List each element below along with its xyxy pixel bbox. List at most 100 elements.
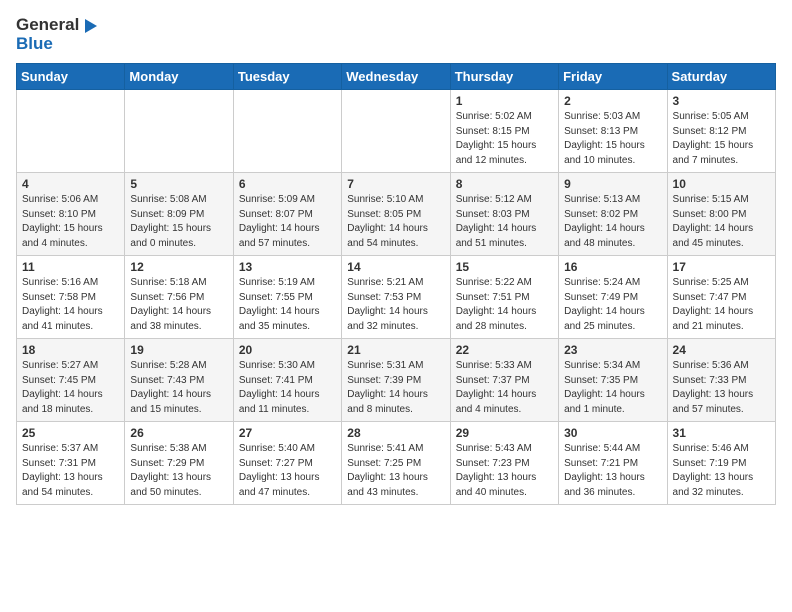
day-info: Sunrise: 5:25 AM Sunset: 7:47 PM Dayligh…	[673, 276, 770, 334]
day-number: 6	[239, 177, 336, 191]
day-info: Sunrise: 5:10 AM Sunset: 8:05 PM Dayligh…	[347, 193, 444, 251]
day-number: 9	[564, 177, 661, 191]
day-info: Sunrise: 5:13 AM Sunset: 8:02 PM Dayligh…	[564, 193, 661, 251]
calendar-cell: 22 Sunrise: 5:33 AM Sunset: 7:37 PM Dayli…	[450, 339, 558, 422]
day-number: 14	[347, 260, 444, 274]
calendar-cell: 28Sunrise: 5:41 AM Sunset: 7:25 PM Dayli…	[342, 422, 450, 505]
day-number: 18	[22, 343, 119, 357]
day-number: 7	[347, 177, 444, 191]
day-number: 19	[130, 343, 227, 357]
calendar-cell: 23 Sunrise: 5:34 AM Sunset: 7:35 PM Dayli…	[559, 339, 667, 422]
calendar-cell: 26 Sunrise: 5:38 AM Sunset: 7:29 PM Dayli…	[125, 422, 233, 505]
day-number: 26	[130, 426, 227, 440]
logo-blue: Blue	[16, 34, 53, 53]
day-number: 4	[22, 177, 119, 191]
column-header-thursday: Thursday	[450, 64, 558, 90]
day-number: 27	[239, 426, 336, 440]
day-number: 25	[22, 426, 119, 440]
day-info: Sunrise: 5:15 AM Sunset: 8:00 PM Dayligh…	[673, 193, 770, 251]
day-info: Sunrise: 5:41 AM Sunset: 7:25 PM Dayligh…	[347, 442, 444, 500]
day-number: 12	[130, 260, 227, 274]
column-header-friday: Friday	[559, 64, 667, 90]
calendar-cell: 5Sunrise: 5:08 AM Sunset: 8:09 PM Daylig…	[125, 173, 233, 256]
day-number: 29	[456, 426, 553, 440]
day-number: 13	[239, 260, 336, 274]
calendar-cell: 30 Sunrise: 5:44 AM Sunset: 7:21 PM Dayli…	[559, 422, 667, 505]
day-number: 31	[673, 426, 770, 440]
day-number: 10	[673, 177, 770, 191]
calendar-cell: 24Sunrise: 5:36 AM Sunset: 7:33 PM Dayli…	[667, 339, 775, 422]
calendar-cell: 31 Sunrise: 5:46 AM Sunset: 7:19 PM Dayli…	[667, 422, 775, 505]
day-info: Sunrise: 5:22 AM Sunset: 7:51 PM Dayligh…	[456, 276, 553, 334]
calendar-cell: 17 Sunrise: 5:25 AM Sunset: 7:47 PM Dayli…	[667, 256, 775, 339]
calendar-cell	[342, 90, 450, 173]
calendar-cell: 1Sunrise: 5:02 AM Sunset: 8:15 PM Daylig…	[450, 90, 558, 173]
calendar-week-3: 11 Sunrise: 5:16 AM Sunset: 7:58 PM Dayli…	[17, 256, 776, 339]
day-info: Sunrise: 5:46 AM Sunset: 7:19 PM Dayligh…	[673, 442, 770, 500]
day-number: 23	[564, 343, 661, 357]
day-info: Sunrise: 5:24 AM Sunset: 7:49 PM Dayligh…	[564, 276, 661, 334]
day-number: 20	[239, 343, 336, 357]
day-info: Sunrise: 5:09 AM Sunset: 8:07 PM Dayligh…	[239, 193, 336, 251]
column-header-sunday: Sunday	[17, 64, 125, 90]
day-info: Sunrise: 5:36 AM Sunset: 7:33 PM Dayligh…	[673, 359, 770, 417]
day-number: 2	[564, 94, 661, 108]
day-info: Sunrise: 5:30 AM Sunset: 7:41 PM Dayligh…	[239, 359, 336, 417]
calendar-cell: 20 Sunrise: 5:30 AM Sunset: 7:41 PM Dayli…	[233, 339, 341, 422]
calendar-table: SundayMondayTuesdayWednesdayThursdayFrid…	[16, 63, 776, 505]
calendar-week-4: 18Sunrise: 5:27 AM Sunset: 7:45 PM Dayli…	[17, 339, 776, 422]
day-info: Sunrise: 5:44 AM Sunset: 7:21 PM Dayligh…	[564, 442, 661, 500]
logo-triangle-icon	[81, 17, 99, 35]
calendar-cell	[17, 90, 125, 173]
day-number: 16	[564, 260, 661, 274]
column-header-tuesday: Tuesday	[233, 64, 341, 90]
calendar-header-row: SundayMondayTuesdayWednesdayThursdayFrid…	[17, 64, 776, 90]
day-info: Sunrise: 5:28 AM Sunset: 7:43 PM Dayligh…	[130, 359, 227, 417]
day-number: 22	[456, 343, 553, 357]
calendar-cell: 13Sunrise: 5:19 AM Sunset: 7:55 PM Dayli…	[233, 256, 341, 339]
calendar-cell: 2Sunrise: 5:03 AM Sunset: 8:13 PM Daylig…	[559, 90, 667, 173]
calendar-week-1: 1Sunrise: 5:02 AM Sunset: 8:15 PM Daylig…	[17, 90, 776, 173]
day-number: 15	[456, 260, 553, 274]
day-number: 21	[347, 343, 444, 357]
calendar-cell: 4 Sunrise: 5:06 AM Sunset: 8:10 PM Daylig…	[17, 173, 125, 256]
day-info: Sunrise: 5:06 AM Sunset: 8:10 PM Dayligh…	[22, 193, 119, 251]
calendar-cell: 6 Sunrise: 5:09 AM Sunset: 8:07 PM Daylig…	[233, 173, 341, 256]
day-number: 11	[22, 260, 119, 274]
calendar-cell: 11 Sunrise: 5:16 AM Sunset: 7:58 PM Dayli…	[17, 256, 125, 339]
calendar-cell: 10 Sunrise: 5:15 AM Sunset: 8:00 PM Dayli…	[667, 173, 775, 256]
day-number: 30	[564, 426, 661, 440]
column-header-monday: Monday	[125, 64, 233, 90]
calendar-cell: 8Sunrise: 5:12 AM Sunset: 8:03 PM Daylig…	[450, 173, 558, 256]
day-info: Sunrise: 5:16 AM Sunset: 7:58 PM Dayligh…	[22, 276, 119, 334]
day-info: Sunrise: 5:21 AM Sunset: 7:53 PM Dayligh…	[347, 276, 444, 334]
calendar-week-2: 4 Sunrise: 5:06 AM Sunset: 8:10 PM Daylig…	[17, 173, 776, 256]
calendar-week-5: 25Sunrise: 5:37 AM Sunset: 7:31 PM Dayli…	[17, 422, 776, 505]
calendar-cell: 12Sunrise: 5:18 AM Sunset: 7:56 PM Dayli…	[125, 256, 233, 339]
calendar-cell: 15 Sunrise: 5:22 AM Sunset: 7:51 PM Dayli…	[450, 256, 558, 339]
calendar-cell: 3 Sunrise: 5:05 AM Sunset: 8:12 PM Daylig…	[667, 90, 775, 173]
day-info: Sunrise: 5:38 AM Sunset: 7:29 PM Dayligh…	[130, 442, 227, 500]
calendar-cell: 14 Sunrise: 5:21 AM Sunset: 7:53 PM Dayli…	[342, 256, 450, 339]
day-number: 17	[673, 260, 770, 274]
day-number: 3	[673, 94, 770, 108]
calendar-cell	[125, 90, 233, 173]
calendar-cell: 27 Sunrise: 5:40 AM Sunset: 7:27 PM Dayli…	[233, 422, 341, 505]
day-info: Sunrise: 5:02 AM Sunset: 8:15 PM Dayligh…	[456, 110, 553, 168]
day-info: Sunrise: 5:05 AM Sunset: 8:12 PM Dayligh…	[673, 110, 770, 168]
day-info: Sunrise: 5:40 AM Sunset: 7:27 PM Dayligh…	[239, 442, 336, 500]
calendar-cell: 21 Sunrise: 5:31 AM Sunset: 7:39 PM Dayli…	[342, 339, 450, 422]
logo-general: General	[16, 15, 79, 34]
day-info: Sunrise: 5:33 AM Sunset: 7:37 PM Dayligh…	[456, 359, 553, 417]
calendar-cell: 7 Sunrise: 5:10 AM Sunset: 8:05 PM Daylig…	[342, 173, 450, 256]
logo-text: General Blue	[16, 16, 99, 53]
day-info: Sunrise: 5:31 AM Sunset: 7:39 PM Dayligh…	[347, 359, 444, 417]
day-info: Sunrise: 5:34 AM Sunset: 7:35 PM Dayligh…	[564, 359, 661, 417]
column-header-wednesday: Wednesday	[342, 64, 450, 90]
calendar-cell: 29Sunrise: 5:43 AM Sunset: 7:23 PM Dayli…	[450, 422, 558, 505]
calendar-cell: 18Sunrise: 5:27 AM Sunset: 7:45 PM Dayli…	[17, 339, 125, 422]
calendar-cell	[233, 90, 341, 173]
calendar-cell: 9 Sunrise: 5:13 AM Sunset: 8:02 PM Daylig…	[559, 173, 667, 256]
calendar-cell: 16 Sunrise: 5:24 AM Sunset: 7:49 PM Dayli…	[559, 256, 667, 339]
day-info: Sunrise: 5:08 AM Sunset: 8:09 PM Dayligh…	[130, 193, 227, 251]
